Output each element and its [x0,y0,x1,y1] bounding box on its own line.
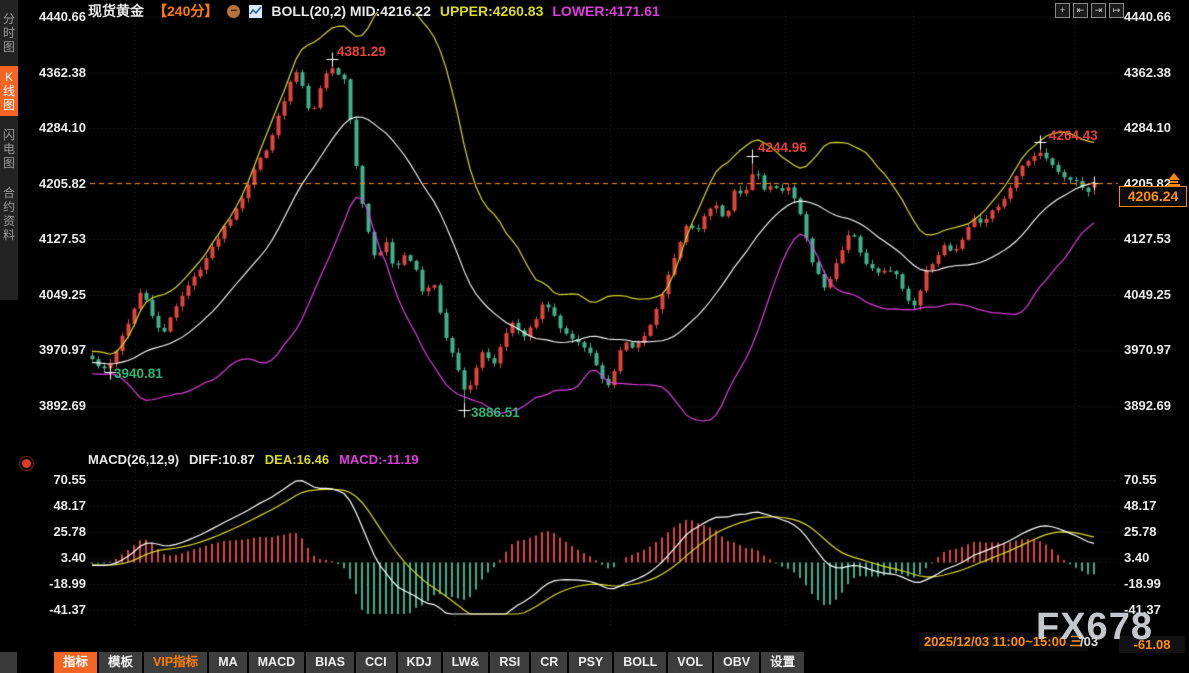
price-annotation-3886.51: 3886.51 [471,405,520,420]
toolbar-button-15[interactable]: 设置 [761,652,804,673]
price-axis-right-0: 4440.66 [1124,9,1171,24]
macd-axis-left-4: -18.99 [24,576,86,591]
expand-x-icon[interactable]: ⇥ [1091,3,1106,18]
toolbar-button-1[interactable]: 模板 [99,652,142,673]
toolbar-button-10[interactable]: CR [531,652,567,673]
price-axis-right-7: 3892.69 [1124,398,1171,413]
macd-axis-right-3: 3.40 [1124,550,1149,565]
shift-right-icon[interactable]: ↦ [1109,3,1124,18]
trading-app: { "topbar": { "symbol": "现货黄金", "period"… [0,0,1189,673]
boll-upper-label: UPPER:4260.83 [440,3,544,19]
toolbar-button-9[interactable]: RSI [490,652,529,673]
collapse-icon[interactable]: − [227,5,240,18]
macd-axis-left-1: 48.17 [24,498,86,513]
price-axis-left-6: 3970.97 [24,342,86,357]
macd-legend: MACD(26,12,9) DIFF:10.87 DEA:16.46 MACD:… [88,452,419,467]
macd-axis-left-3: 3.40 [24,550,86,565]
indicator-settings-icon[interactable] [22,459,31,468]
price-axis-right-6: 3970.97 [1124,342,1171,357]
macd-axis-right-1: 48.17 [1124,498,1157,513]
macd-title: MACD(26,12,9) [88,452,179,467]
price-axis-left-0: 4440.66 [24,9,86,24]
price-annotation-4244.96: 4244.96 [758,140,807,155]
sidebar-item-1[interactable]: K线图 [0,66,18,116]
chart-icon [249,5,262,18]
fx678-watermark: FX678 [1036,606,1153,649]
toolbar-button-8[interactable]: LW& [443,652,489,673]
price-axis-left-5: 4049.25 [24,287,86,302]
price-axis-left-2: 4284.10 [24,120,86,135]
price-axis-right-4: 4127.53 [1124,231,1171,246]
price-axis-right-2: 4284.10 [1124,120,1171,135]
toolbar-button-3[interactable]: MA [209,652,246,673]
toolbar-button-6[interactable]: CCI [356,652,396,673]
price-annotation-4264.43: 4264.43 [1049,128,1098,143]
toolbar-button-11[interactable]: PSY [569,652,612,673]
toolbar-button-0[interactable]: 指标 [54,652,97,673]
candlestick-macd-canvas[interactable] [90,12,1118,628]
symbol-title: 现货黄金 [88,1,144,21]
macd-axis-left-2: 25.78 [24,524,86,539]
chart-header: 现货黄金 【240分】 − BOLL(20,2) MID:4216.22 UPP… [88,1,660,21]
chart-tool-icons: +⇤⇥↦ [1055,3,1124,18]
sidebar-item-2[interactable]: 闪电图 [0,124,18,174]
toolbar-button-12[interactable]: BOLL [614,652,666,673]
last-price-box: 4206.24 [1119,186,1187,207]
macd-dea-value: DEA:16.46 [265,452,329,467]
period-badge[interactable]: 【240分】 [153,1,218,21]
boll-lower-label: LOWER:4171.61 [552,3,659,19]
macd-value: MACD:-11.19 [339,452,418,467]
sidebar-item-3[interactable]: 合约资料 [0,182,18,246]
indicator-toolbar: 指标模板VIP指标MAMACDBIASCCIKDJLW&RSICRPSYBOLL… [0,652,1189,673]
toolbar-button-13[interactable]: VOL [668,652,712,673]
price-axis-left-3: 4205.82 [24,176,86,191]
toolbar-corner-block [0,652,17,673]
macd-axis-right-4: -18.99 [1124,576,1161,591]
price-axis-right-1: 4362.38 [1124,65,1171,80]
macd-axis-left-0: 70.55 [24,472,86,487]
price-alert-marker[interactable] [1168,173,1180,186]
macd-diff-value: DIFF:10.87 [189,452,255,467]
price-axis-left-7: 3892.69 [24,398,86,413]
price-annotation-3940.81: 3940.81 [114,366,163,381]
toolbar-button-4[interactable]: MACD [249,652,305,673]
toolbar-button-5[interactable]: BIAS [306,652,354,673]
compress-x-icon[interactable]: ⇤ [1073,3,1088,18]
toolbar-button-2[interactable]: VIP指标 [144,652,207,673]
price-annotation-4381.29: 4381.29 [337,44,386,59]
macd-axis-right-0: 70.55 [1124,472,1157,487]
toolbar-button-7[interactable]: KDJ [398,652,441,673]
macd-axis-left-5: -41.37 [24,602,86,617]
price-axis-left-1: 4362.38 [24,65,86,80]
sidebar-item-0[interactable]: 分时图 [0,8,18,58]
price-axis-right-5: 4049.25 [1124,287,1171,302]
macd-axis-right-2: 25.78 [1124,524,1157,539]
chart-type-sidebar: 分时图 K线图闪电图合约资料 [0,0,18,300]
toolbar-button-14[interactable]: OBV [714,652,759,673]
pan-icon[interactable]: + [1055,3,1070,18]
boll-mid-label: BOLL(20,2) MID:4216.22 [271,3,431,19]
price-axis-left-4: 4127.53 [24,231,86,246]
